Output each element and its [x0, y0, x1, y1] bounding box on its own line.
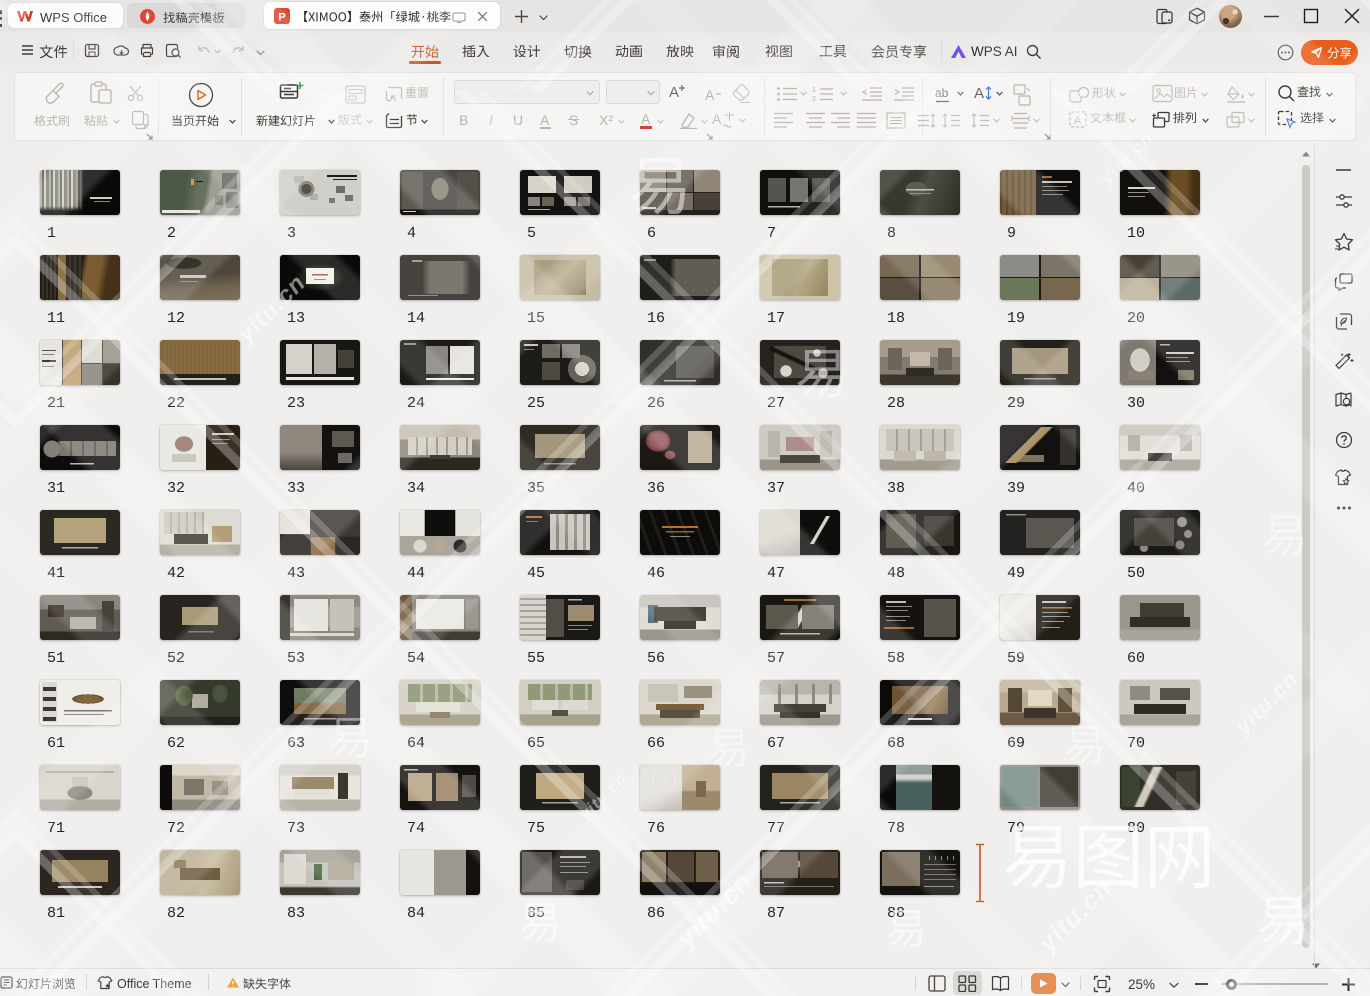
- svg-text:A: A: [974, 85, 984, 102]
- svg-text:A: A: [1074, 115, 1082, 127]
- svg-text:A: A: [705, 87, 715, 103]
- svg-text:ab: ab: [935, 86, 949, 100]
- svg-text:2: 2: [812, 96, 816, 102]
- svg-text:A: A: [669, 84, 679, 101]
- svg-text:P: P: [278, 12, 285, 24]
- svg-text:1: 1: [812, 87, 816, 94]
- svg-text:A: A: [712, 111, 722, 127]
